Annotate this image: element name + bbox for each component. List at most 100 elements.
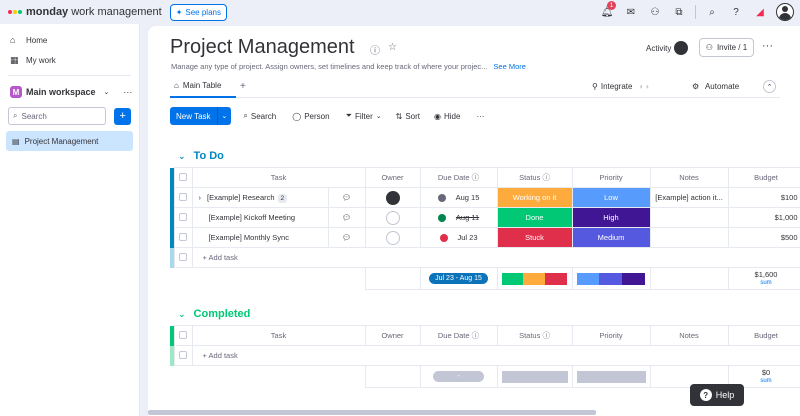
workspace-selector[interactable]: M Main workspace ⌄ ··· [0,81,139,103]
due-date-cell[interactable]: Aug 11 [419,207,498,228]
user-avatar[interactable] [776,3,794,21]
invite-button[interactable]: ⚇ Invite / 1 [699,38,754,57]
add-task-input[interactable]: + Add task [191,247,800,268]
info-icon[interactable]: ⓘ [370,42,380,57]
help-question-icon[interactable]: ? [724,0,748,24]
owner-cell[interactable] [364,227,421,248]
priority-summary[interactable] [571,267,651,290]
conversation-icon[interactable]: 💬︎ [327,227,366,248]
table-row[interactable]: [Example] Monthly Sync 💬︎ Jul 23 Stuck M… [170,227,800,248]
status-summary[interactable] [496,267,573,290]
table-row[interactable]: › [Example] Research 2 💬︎ Aug 15 Working o… [170,187,800,208]
task-name-cell[interactable]: [Example] Kickoff Meeting [191,207,329,228]
add-view-icon[interactable]: + [240,81,246,92]
task-name-cell[interactable]: [Example] Monthly Sync [191,227,329,248]
search-button[interactable]: ⌕ Search [243,111,276,121]
column-header-owner[interactable]: Owner [364,325,421,346]
select-all-checkbox[interactable] [173,325,193,346]
column-header-priority[interactable]: Priority [571,325,651,346]
activity-button[interactable]: Activity [646,41,689,55]
status-cell[interactable]: Working on it [496,187,573,208]
conversation-icon[interactable]: 💬︎ [327,207,366,228]
add-item-button[interactable]: + [114,107,131,125]
integrate-button[interactable]: ⚲ Integrate ◐◑ [592,82,649,91]
column-header-status[interactable]: Status ⓘ [496,325,573,346]
hide-button[interactable]: ◉ Hide [434,112,460,121]
chevron-down-icon[interactable]: ⌄ [218,112,232,120]
group-title-completed[interactable]: ⌄ Completed [178,308,250,320]
row-checkbox[interactable] [173,207,193,228]
add-task-row[interactable]: + Add task [170,345,800,366]
see-plans-button[interactable]: ✦ See plans [169,3,227,21]
horizontal-scrollbar[interactable] [148,410,596,415]
owner-cell[interactable] [364,207,421,228]
expand-subitems-icon[interactable]: › [199,193,202,202]
subitems-count[interactable]: 2 [277,193,288,203]
notes-cell[interactable] [649,227,729,248]
sidebar-search-input[interactable]: ⌕ Search [8,107,107,125]
add-task-input[interactable]: + Add task [191,345,800,366]
row-checkbox[interactable] [173,227,193,248]
notes-cell[interactable] [649,207,729,228]
due-date-cell[interactable]: Aug 15 [419,187,498,208]
timeline-summary[interactable]: - [419,365,498,388]
column-header-priority[interactable]: Priority [571,167,651,188]
select-all-checkbox[interactable] [173,167,193,188]
invite-members-icon[interactable]: ⚇ [643,0,667,24]
conversation-icon[interactable]: 💬︎ [327,187,366,208]
toolbar-more-icon[interactable]: ··· [476,112,484,121]
budget-cell[interactable]: $1,000 [727,207,800,228]
priority-summary[interactable] [571,365,651,388]
monday-app-icon[interactable]: ◢ [748,0,772,24]
status-cell[interactable]: Done [496,207,573,228]
sort-button[interactable]: ⇅ Sort [396,112,420,121]
column-header-budget[interactable]: Budget [727,167,800,188]
search-icon[interactable]: ⌕ [700,0,724,24]
status-summary[interactable] [496,365,573,388]
column-header-budget[interactable]: Budget [727,325,800,346]
board-title[interactable]: Project Management [170,36,355,59]
see-more-link[interactable]: See More [493,62,526,71]
owner-cell[interactable] [364,187,421,208]
priority-cell[interactable]: Low [571,187,651,208]
budget-cell[interactable]: $100 [727,187,800,208]
person-filter-button[interactable]: ◯ Person [292,112,329,121]
column-header-notes[interactable]: Notes [649,167,729,188]
column-header-due-date[interactable]: Due Date ⓘ [419,167,498,188]
sidebar-item-my-work[interactable]: ▦ My work [0,50,139,70]
notifications-bell-icon[interactable]: 🔔︎ 1 [595,0,619,24]
row-checkbox[interactable] [173,247,193,268]
add-task-row[interactable]: + Add task [170,247,800,268]
budget-cell[interactable]: $500 [727,227,800,248]
priority-cell[interactable]: Medium [571,227,651,248]
column-header-task[interactable]: Task [191,167,366,188]
task-name-cell[interactable]: › [Example] Research 2 [191,187,329,208]
column-header-due-date[interactable]: Due Date ⓘ [419,325,498,346]
filter-button[interactable]: ⏷ Filter ⌄ [346,111,382,121]
row-checkbox[interactable] [173,187,193,208]
new-task-button[interactable]: New Task ⌄ [170,107,232,125]
budget-summary[interactable]: $1,600 sum [727,267,800,290]
inbox-icon[interactable]: ✉ [619,0,643,24]
column-header-status[interactable]: Status ⓘ [496,167,573,188]
tab-main-table[interactable]: ⌂ Main Table [174,81,221,90]
column-header-notes[interactable]: Notes [649,325,729,346]
help-button[interactable]: ? Help [690,384,744,406]
row-checkbox[interactable] [173,345,193,366]
notes-cell[interactable]: [Example] action it... [649,187,729,208]
timeline-summary[interactable]: Jul 23 - Aug 15 [419,267,498,290]
apps-puzzle-icon[interactable]: ⧉ [667,0,691,24]
collapse-header-icon[interactable]: ⌃ [763,80,776,93]
status-cell[interactable]: Stuck [496,227,573,248]
column-header-task[interactable]: Task [191,325,366,346]
column-header-owner[interactable]: Owner [364,167,421,188]
monday-logo[interactable]: monday work management [8,6,162,18]
priority-cell[interactable]: High [571,207,651,228]
table-row[interactable]: [Example] Kickoff Meeting 💬︎ Aug 11 Done… [170,207,800,228]
group-title-to-do[interactable]: ⌄ To Do [178,150,224,162]
due-date-cell[interactable]: Jul 23 [419,227,498,248]
star-icon[interactable]: ☆ [388,42,397,57]
sidebar-item-home[interactable]: ⌂ Home [0,30,139,50]
board-more-icon[interactable]: ··· [762,40,773,52]
sidebar-board-project-management[interactable]: ▤ Project Management [6,131,133,151]
